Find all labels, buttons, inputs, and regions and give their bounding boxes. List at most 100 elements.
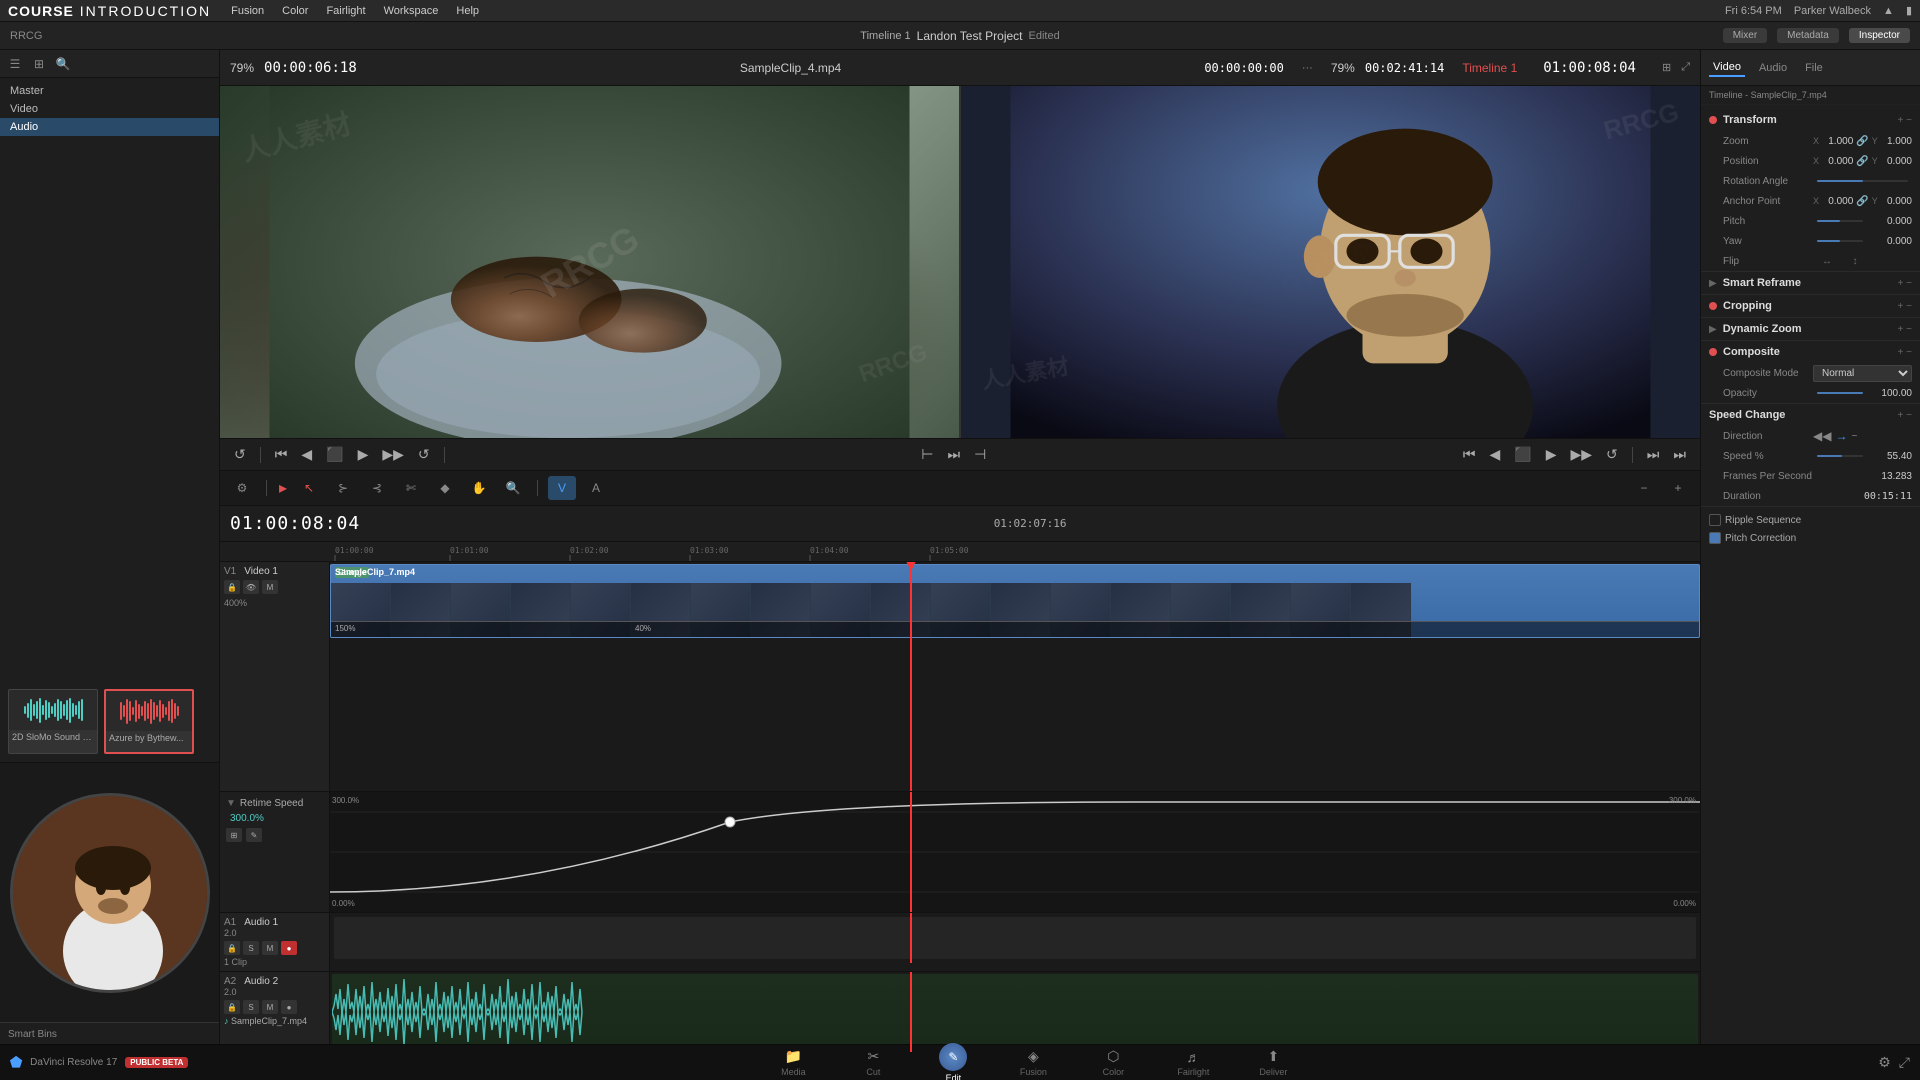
nav-cut[interactable]: ✂ Cut xyxy=(843,1049,903,1077)
smart-reframe-header[interactable]: ▶ Smart Reframe + − xyxy=(1701,272,1920,294)
video-bin[interactable]: Video xyxy=(0,100,219,118)
pitch-val[interactable]: 0.000 xyxy=(1867,216,1913,227)
audio-bin[interactable]: Audio xyxy=(0,118,219,136)
mark-out[interactable]: ⊣ xyxy=(970,444,990,465)
mark-in[interactable]: ⊢ xyxy=(917,444,937,465)
zoom-tool[interactable]: 🔍 xyxy=(499,476,527,500)
opacity-slider[interactable] xyxy=(1817,392,1863,394)
prg-stop[interactable]: ⬛ xyxy=(1510,444,1535,465)
ripple-checkbox[interactable] xyxy=(1709,514,1721,526)
settings-icon[interactable]: ⚙ xyxy=(1878,1054,1891,1071)
transport-loop-btn[interactable]: ↺ xyxy=(230,444,250,465)
prg-rewind-end[interactable]: ⏭ xyxy=(1669,444,1690,465)
audio-tab[interactable]: Audio xyxy=(1755,60,1791,76)
retime-edit-btn[interactable]: ✎ xyxy=(246,828,262,842)
nav-fairlight[interactable]: ♬ Fairlight xyxy=(1163,1049,1223,1077)
video-track-toggle[interactable]: V xyxy=(548,476,576,500)
src-loop[interactable]: ↺ xyxy=(414,444,434,465)
grid-view-icon[interactable]: ⊞ xyxy=(30,55,48,73)
flip-v-btn[interactable]: ↕ xyxy=(1841,249,1869,273)
prg-back-frame[interactable]: ◀ xyxy=(1486,444,1505,465)
zoom-out-btn[interactable]: − xyxy=(1630,476,1658,500)
a2-lock[interactable]: 🔒 xyxy=(224,1000,240,1014)
menu-workspace[interactable]: Workspace xyxy=(384,5,439,17)
blade-tool[interactable]: ✄ xyxy=(397,476,425,500)
src-play[interactable]: ▶ xyxy=(354,444,373,465)
fullscreen-btn[interactable]: ⤢ xyxy=(1681,61,1690,74)
pos-y-val[interactable]: 0.000 xyxy=(1887,156,1912,167)
src-stop[interactable]: ⬛ xyxy=(322,444,347,465)
prg-play[interactable]: ▶ xyxy=(1542,444,1561,465)
skip-to-in[interactable]: ⏭ xyxy=(943,444,964,465)
nav-deliver[interactable]: ⬆ Deliver xyxy=(1243,1049,1303,1077)
yaw-slider[interactable] xyxy=(1817,240,1863,242)
yaw-val[interactable]: 0.000 xyxy=(1867,236,1913,247)
a1-body[interactable] xyxy=(330,913,1700,963)
nav-fusion[interactable]: ◈ Fusion xyxy=(1003,1049,1063,1077)
speed-pct-val[interactable]: 55.40 xyxy=(1867,451,1913,462)
video-clip-main[interactable]: Change SampleClip_7.mp4 xyxy=(330,564,1700,638)
inspector-btn[interactable]: Inspector xyxy=(1849,28,1910,43)
a2-solo[interactable]: S xyxy=(243,1000,259,1014)
flip-h-btn[interactable]: ↔ xyxy=(1813,249,1841,273)
transform-header[interactable]: Transform + − xyxy=(1701,109,1920,131)
menu-color[interactable]: Color xyxy=(282,5,308,17)
metadata-btn[interactable]: Metadata xyxy=(1777,28,1839,43)
composite-header[interactable]: Composite + − xyxy=(1701,341,1920,363)
media-clip-2[interactable]: Azure by Bythew... xyxy=(104,689,194,754)
search-icon[interactable]: 🔍 xyxy=(54,55,72,73)
opacity-val[interactable]: 100.00 xyxy=(1867,388,1913,399)
v1-track-body[interactable]: Change SampleClip_7.mp4 xyxy=(330,562,1700,791)
zoom-y-val[interactable]: 1.000 xyxy=(1887,136,1912,147)
v1-lock[interactable]: 🔒 xyxy=(224,580,240,594)
src-fwd-frame[interactable]: ▶▶ xyxy=(378,444,408,465)
rotation-slider[interactable] xyxy=(1817,180,1908,182)
dir-var-btn[interactable]: ~ xyxy=(1851,431,1857,442)
composite-mode-select[interactable]: Normal xyxy=(1813,365,1912,382)
speed-pct-slider[interactable] xyxy=(1817,455,1863,457)
cropping-header[interactable]: Cropping + − xyxy=(1701,295,1920,317)
prg-skip-fwd[interactable]: ⏭ xyxy=(1643,444,1664,465)
audio-track-toggle[interactable]: A xyxy=(582,476,610,500)
v1-mute[interactable]: M xyxy=(262,580,278,594)
marker-tool[interactable]: ◆ xyxy=(431,476,459,500)
a1-record[interactable]: ● xyxy=(281,941,297,955)
video-tab[interactable]: Video xyxy=(1709,59,1745,77)
prg-fwd-frame[interactable]: ▶▶ xyxy=(1567,444,1597,465)
a1-lock[interactable]: 🔒 xyxy=(224,941,240,955)
anc-y-val[interactable]: 0.000 xyxy=(1887,196,1912,207)
pos-x-val[interactable]: 0.000 xyxy=(1828,156,1853,167)
selection-tool[interactable]: ↖ xyxy=(295,476,323,500)
dynamic-trim-tool[interactable]: ⊰ xyxy=(363,476,391,500)
nav-edit[interactable]: ✎ Edit xyxy=(923,1043,983,1080)
zoom-in-btn[interactable]: + xyxy=(1664,476,1692,500)
timeline-settings-btn[interactable]: ⚙ xyxy=(228,476,256,500)
a1-mute[interactable]: M xyxy=(262,941,278,955)
pitch-slider[interactable] xyxy=(1817,220,1863,222)
v1-vis[interactable]: 👁 xyxy=(243,580,259,594)
a2-record[interactable]: ● xyxy=(281,1000,297,1014)
media-clip-1[interactable]: 2D SloMo Sound E... xyxy=(8,689,98,754)
prg-skip-back[interactable]: ⏮ xyxy=(1459,444,1480,465)
zoom-x-val[interactable]: 1.000 xyxy=(1828,136,1853,147)
trim-tool[interactable]: ⊱ xyxy=(329,476,357,500)
src-back-frame[interactable]: ◀ xyxy=(297,444,316,465)
mixer-btn[interactable]: Mixer xyxy=(1723,28,1767,43)
menu-help[interactable]: Help xyxy=(456,5,479,17)
retime-expand-btn[interactable]: ⊞ xyxy=(226,828,242,842)
hand-tool[interactable]: ✋ xyxy=(465,476,493,500)
expand-btn[interactable]: ⊞ xyxy=(1662,61,1671,74)
a2-body[interactable] xyxy=(330,972,1700,1052)
dir-fwd-btn[interactable]: → xyxy=(1835,429,1847,443)
dur-val[interactable]: 00:15:11 xyxy=(1813,491,1912,502)
list-view-icon[interactable]: ☰ xyxy=(6,55,24,73)
anc-x-val[interactable]: 0.000 xyxy=(1828,196,1853,207)
nav-media[interactable]: 📁 Media xyxy=(763,1049,823,1077)
dir-back-btn[interactable]: ◀◀ xyxy=(1813,429,1831,443)
menu-fusion[interactable]: Fusion xyxy=(231,5,264,17)
src-skip-back[interactable]: ⏮ xyxy=(271,444,292,465)
pitch-checkbox[interactable] xyxy=(1709,532,1721,544)
fps-val[interactable]: 13.283 xyxy=(1813,471,1912,482)
nav-color[interactable]: ⬡ Color xyxy=(1083,1049,1143,1077)
a2-mute[interactable]: M xyxy=(262,1000,278,1014)
